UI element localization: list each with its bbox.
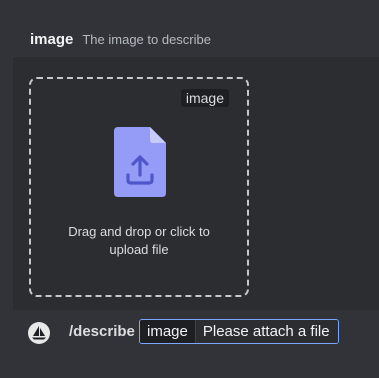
upload-file-icon <box>114 127 166 197</box>
option-name: image <box>30 31 74 48</box>
file-dropzone[interactable]: image Drag and drop or click to upload f… <box>29 77 249 297</box>
option-description: The image to describe <box>82 32 211 47</box>
command-bar: /describe image Please attach a file <box>0 310 379 378</box>
bot-avatar <box>28 322 50 344</box>
command-name: /describe <box>69 323 135 340</box>
argument-name: image <box>140 320 195 343</box>
command-option-popup: image The image to describe image Drag a… <box>13 22 379 310</box>
argument-placeholder[interactable]: Please attach a file <box>194 320 338 343</box>
option-header: image The image to describe <box>13 22 379 57</box>
command-argument-field[interactable]: image Please attach a file <box>139 319 339 344</box>
dropzone-text: Drag and drop or click to upload file <box>68 224 210 257</box>
dropzone-tag: image <box>180 89 229 107</box>
sailboat-icon <box>32 326 46 340</box>
